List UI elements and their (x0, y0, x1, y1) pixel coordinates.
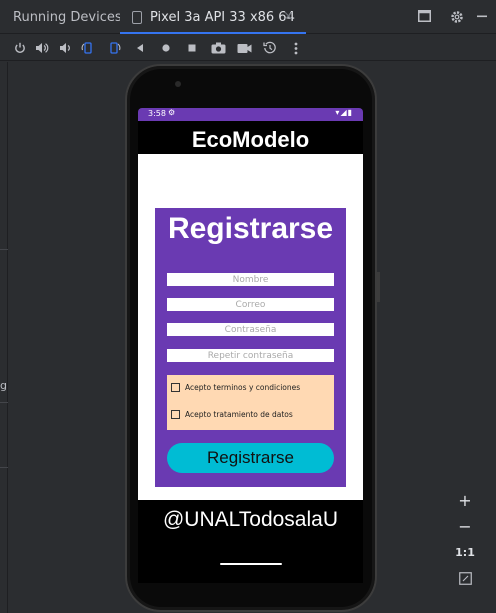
screen-record-icon[interactable] (235, 39, 253, 57)
consent-box: Acepto terminos y condiciones Acepto tra… (167, 375, 334, 430)
accept-data-row[interactable]: Acepto tratamiento de datos (171, 410, 293, 419)
accept-terms-checkbox[interactable] (171, 383, 180, 392)
footer-text: @UNALTodosalaU (162, 508, 338, 531)
password-field[interactable] (167, 323, 334, 336)
front-camera (175, 81, 181, 87)
gutter-divider (0, 402, 8, 403)
gutter-divider (0, 467, 8, 468)
status-system-icons: ▾◢▮ (335, 108, 353, 117)
status-settings-icon: ⚙ (168, 108, 176, 117)
rotate-left-icon[interactable] (79, 39, 97, 57)
running-devices-tabbar: Running Devices: Pixel 3a API 33 x86 64 … (0, 0, 496, 34)
volume-down-icon[interactable] (56, 39, 74, 57)
close-icon[interactable]: × (283, 9, 294, 24)
android-status-bar: 3:58 ⚙ ▾◢▮ (138, 108, 363, 121)
register-card: Registrarse Acepto terminos y condicione… (155, 208, 346, 487)
repeat-password-field[interactable] (167, 349, 334, 362)
volume-up-icon[interactable] (33, 39, 51, 57)
accept-terms-label: Acepto terminos y condiciones (185, 383, 301, 392)
status-time: 3:58 (148, 109, 166, 118)
maximize-icon[interactable] (418, 10, 431, 25)
device-icon (132, 11, 142, 24)
app-bar: EcoModelo (138, 121, 363, 154)
snapshot-icon[interactable] (261, 39, 279, 57)
power-icon[interactable] (11, 39, 29, 57)
gutter-label: g (0, 379, 7, 392)
device-side-button[interactable] (377, 272, 380, 302)
gear-icon[interactable] (450, 10, 464, 27)
back-icon[interactable] (131, 39, 149, 57)
zoom-in-button[interactable]: + (452, 489, 478, 511)
zoom-controls: + − 1:1 (452, 486, 478, 596)
accept-terms-row[interactable]: Acepto terminos y condiciones (171, 383, 300, 392)
register-button[interactable]: Registrarse (167, 443, 334, 473)
app-content: Registrarse Acepto terminos y condicione… (138, 154, 363, 500)
tab-device[interactable]: Pixel 3a API 33 x86 64 × (120, 0, 306, 34)
register-heading: Registrarse (167, 212, 334, 245)
gutter-divider (0, 249, 8, 250)
minimize-icon[interactable] (476, 10, 488, 25)
gesture-home-bar[interactable] (220, 563, 282, 565)
emulator-toolbar (0, 35, 496, 61)
app-title: EcoModelo (191, 127, 310, 152)
zoom-fit-icon[interactable] (452, 567, 478, 589)
accept-data-checkbox[interactable] (171, 410, 180, 419)
accept-data-label: Acepto tratamiento de datos (185, 410, 293, 419)
zoom-actual-size-button[interactable]: 1:1 (452, 541, 478, 563)
left-gutter: g (0, 62, 8, 613)
zoom-out-button[interactable]: − (452, 515, 478, 537)
email-field[interactable] (167, 298, 334, 311)
rotate-right-icon[interactable] (105, 39, 123, 57)
screenshot-icon[interactable] (209, 39, 227, 57)
device-tab-label: Pixel 3a API 33 x86 64 (150, 10, 295, 25)
name-field[interactable] (167, 273, 334, 286)
device-screen: 3:58 ⚙ ▾◢▮ EcoModelo Registrarse Acepto … (138, 108, 363, 583)
running-devices-label: Running Devices: (13, 10, 127, 25)
home-icon[interactable] (157, 39, 175, 57)
overview-icon[interactable] (183, 39, 201, 57)
more-icon[interactable] (287, 39, 305, 57)
